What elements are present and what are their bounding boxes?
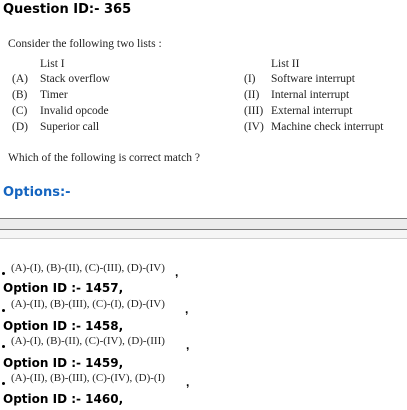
list1-label: (B) [12, 89, 28, 101]
option-comma: , [175, 265, 179, 279]
option-id: Option ID :- 1458, [3, 319, 124, 333]
table-header-band [0, 219, 407, 229]
question-id: Question ID:- 365 [3, 2, 132, 17]
bullet-icon [2, 382, 5, 385]
option-text: (A)-(I), (B)-(II), (C)-(III), (D)-(IV) [11, 262, 165, 274]
list1-label: (C) [12, 105, 28, 117]
option-text: (A)-(II), (B)-(III), (C)-(IV), (D)-(I) [11, 372, 165, 384]
bullet-icon [2, 309, 5, 312]
list2-item: Internal interrupt [271, 89, 350, 101]
bullet-icon [2, 345, 5, 348]
bullet-icon [2, 272, 5, 275]
list2-label: (IV) [244, 121, 264, 133]
list1-item: Timer [40, 89, 68, 101]
list2-item: Machine check interrupt [271, 121, 384, 133]
list2-label: (II) [244, 89, 260, 101]
option-comma: , [186, 375, 190, 389]
option-comma: , [186, 338, 190, 352]
list2-title: List II [271, 58, 300, 70]
list1-item: Stack overflow [40, 73, 110, 85]
table-header-band [0, 230, 407, 238]
option-id: Option ID :- 1459, [3, 356, 124, 370]
option-comma: , [185, 302, 189, 316]
table-rule [0, 238, 407, 239]
list1-label: (A) [12, 73, 28, 85]
list-row: (A) Stack overflow (I) Software interrup… [0, 73, 407, 89]
option-id: Option ID :- 1460, [3, 392, 124, 406]
list1-label: (D) [12, 121, 28, 133]
list1-item: Superior call [40, 121, 100, 133]
list2-item: External interrupt [271, 105, 353, 117]
option-text: (A)-(II), (B)-(III), (C)-(I), (D)-(IV) [11, 298, 165, 310]
question-prompt: Which of the following is correct match … [8, 152, 200, 164]
list1-title: List I [40, 58, 65, 70]
list-row: (D) Superior call (IV) Machine check int… [0, 121, 407, 137]
list2-label: (I) [244, 73, 256, 85]
list-row: (B) Timer (II) Internal interrupt [0, 89, 407, 105]
list-row: (C) Invalid opcode (III) External interr… [0, 105, 407, 121]
option-text: (A)-(I), (B)-(II), (C)-(IV), (D)-(III) [11, 335, 165, 347]
list2-item: Software interrupt [271, 73, 355, 85]
list1-item: Invalid opcode [40, 105, 109, 117]
list2-label: (III) [244, 105, 264, 117]
option-id: Option ID :- 1457, [3, 281, 124, 295]
question-statement: Consider the following two lists : [8, 38, 162, 50]
options-title: Options:- [3, 185, 71, 200]
